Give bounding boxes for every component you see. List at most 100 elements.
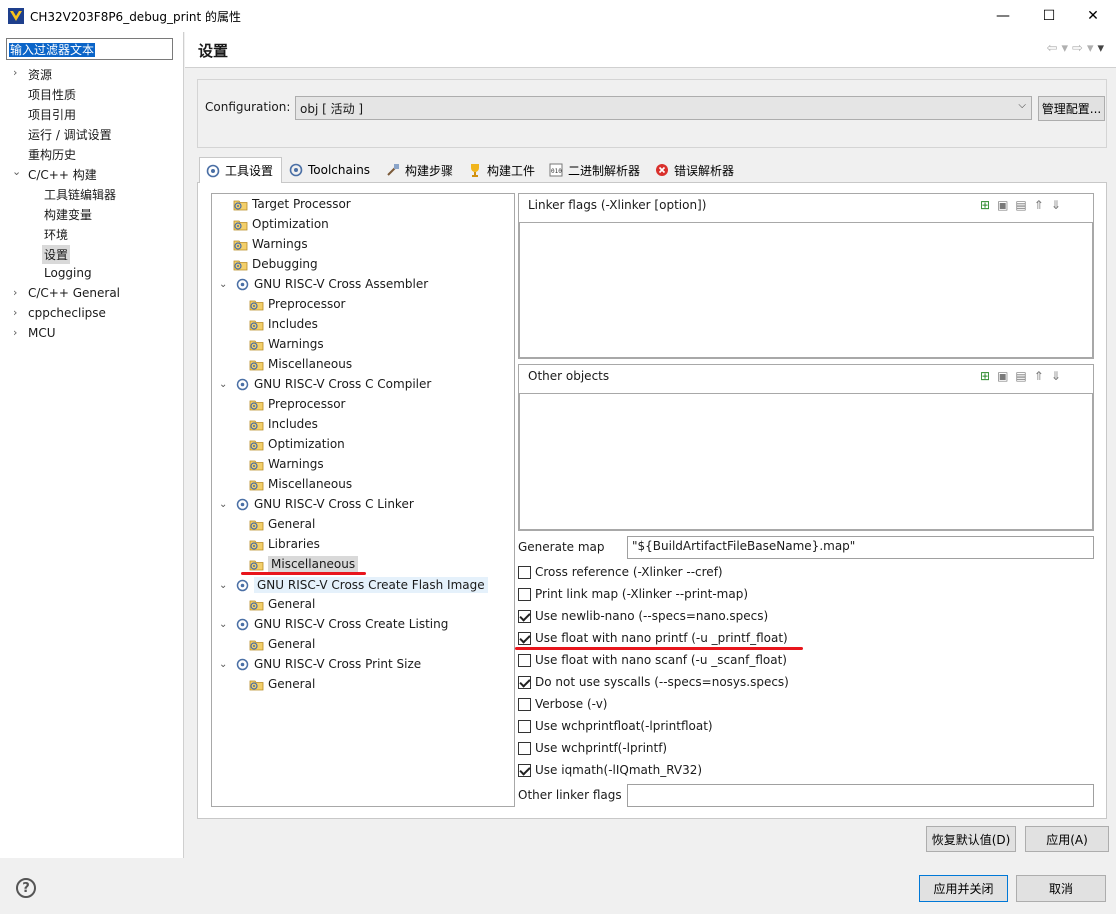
checkbox-verbose[interactable]: Verbose (-v) (518, 697, 607, 711)
forward-arrow-icon[interactable]: ⇨ (1072, 41, 1087, 56)
checkbox-box[interactable] (518, 653, 531, 667)
tree-item-asm-preprocessor[interactable]: Preprocessor (249, 297, 345, 311)
edit-icon[interactable]: ▤ (1015, 369, 1033, 383)
tree-item-linker-miscellaneous[interactable]: Miscellaneous (249, 556, 359, 572)
sidebar-item-cpp-build[interactable]: C/C++ 构建 (28, 166, 97, 183)
tree-item-cross-c-compiler[interactable]: ⌄ GNU RISC-V Cross C Compiler (219, 377, 431, 391)
back-arrow-icon[interactable]: ⇦ (1047, 41, 1062, 56)
collapse-arrow-icon[interactable]: ⌄ (219, 379, 229, 390)
checkbox-box[interactable] (518, 565, 531, 579)
close-button[interactable]: ✕ (1070, 0, 1116, 32)
tree-item-target-processor[interactable]: Target Processor (233, 197, 351, 211)
collapse-arrow-icon[interactable]: ⌄ (219, 499, 229, 510)
configuration-select[interactable]: obj [ 活动 ] ⌵ (295, 96, 1032, 120)
checkbox-newlib-nano[interactable]: Use newlib-nano (--specs=nano.specs) (518, 609, 768, 623)
collapse-arrow-icon[interactable]: ⌄ (219, 279, 229, 290)
tree-item-cross-assembler[interactable]: ⌄ GNU RISC-V Cross Assembler (219, 277, 428, 291)
linker-flags-list[interactable] (519, 222, 1093, 358)
sidebar-item-refactoring-history[interactable]: 重构历史 (28, 146, 76, 163)
tree-item-cc-preprocessor[interactable]: Preprocessor (249, 397, 345, 411)
move-up-icon[interactable]: ⇑ (1034, 369, 1051, 383)
forward-menu-icon[interactable]: ▾ (1087, 41, 1098, 56)
tab-toolchains[interactable]: Toolchains (283, 158, 378, 182)
checkbox-wchprintfloat[interactable]: Use wchprintfloat(-lprintfloat) (518, 719, 713, 733)
expand-arrow-icon[interactable]: › (13, 286, 17, 299)
tree-item-create-listing[interactable]: ⌄ GNU RISC-V Cross Create Listing (219, 617, 448, 631)
checkbox-cross-reference[interactable]: Cross reference (-Xlinker --cref) (518, 565, 723, 579)
sidebar-item-cppcheclipse[interactable]: cppcheclipse (28, 306, 106, 320)
view-menu-icon[interactable]: ▾ (1097, 41, 1108, 56)
tree-item-linker-general[interactable]: General (249, 517, 315, 531)
generate-map-field[interactable]: "${BuildArtifactFileBaseName}.map" (627, 536, 1094, 559)
move-down-icon[interactable]: ⇓ (1051, 198, 1068, 212)
tree-item-cc-optimization[interactable]: Optimization (249, 437, 345, 451)
checkbox-print-link-map[interactable]: Print link map (-Xlinker --print-map) (518, 587, 748, 601)
tree-item-listing-general[interactable]: General (249, 637, 315, 651)
move-up-icon[interactable]: ⇑ (1034, 198, 1051, 212)
other-linker-flags-field[interactable] (627, 784, 1094, 807)
apply-and-close-button[interactable]: 应用并关闭 (919, 875, 1008, 902)
collapse-arrow-icon[interactable]: ⌄ (12, 165, 21, 178)
tree-item-asm-includes[interactable]: Includes (249, 317, 318, 331)
collapse-arrow-icon[interactable]: ⌄ (219, 580, 229, 591)
tree-item-create-flash-image[interactable]: ⌄ GNU RISC-V Cross Create Flash Image (219, 577, 488, 593)
back-menu-icon[interactable]: ▾ (1062, 41, 1073, 56)
checkbox-box[interactable] (518, 587, 531, 601)
tree-item-debugging[interactable]: Debugging (233, 257, 318, 271)
sidebar-item-environment[interactable]: 环境 (44, 226, 68, 243)
tab-error-parser[interactable]: 错误解析器 (649, 158, 742, 182)
collapse-arrow-icon[interactable]: ⌄ (219, 659, 229, 670)
tab-binary-parser[interactable]: 010 二进制解析器 (543, 158, 647, 182)
sidebar-item-logging[interactable]: Logging (44, 266, 92, 280)
tree-item-linker-libraries[interactable]: Libraries (249, 537, 320, 551)
sidebar-item-run-debug-settings[interactable]: 运行 / 调试设置 (28, 126, 112, 143)
tab-build-steps[interactable]: 构建步骤 (380, 158, 460, 182)
tree-item-cc-warnings[interactable]: Warnings (249, 457, 324, 471)
tree-item-print-size-general[interactable]: General (249, 677, 315, 691)
add-icon[interactable]: ⊞ (980, 369, 997, 383)
checkbox-float-nano-scanf[interactable]: Use float with nano scanf (-u _scanf_flo… (518, 653, 787, 667)
expand-arrow-icon[interactable]: › (13, 326, 17, 339)
maximize-button[interactable]: ☐ (1026, 0, 1072, 32)
sidebar-item-resources[interactable]: 资源 (28, 66, 52, 83)
sidebar-item-project-references[interactable]: 项目引用 (28, 106, 76, 123)
checkbox-box[interactable] (518, 719, 531, 733)
checkbox-box[interactable] (518, 763, 531, 777)
minimize-button[interactable]: — (980, 0, 1026, 32)
checkbox-wchprintf[interactable]: Use wchprintf(-lprintf) (518, 741, 667, 755)
cancel-button[interactable]: 取消 (1016, 875, 1106, 902)
add-icon[interactable]: ⊞ (980, 198, 997, 212)
checkbox-no-syscalls[interactable]: Do not use syscalls (--specs=nosys.specs… (518, 675, 789, 689)
apply-button[interactable]: 应用(A) (1025, 826, 1109, 852)
tree-item-warnings[interactable]: Warnings (233, 237, 308, 251)
delete-icon[interactable]: ▣ (997, 369, 1015, 383)
collapse-arrow-icon[interactable]: ⌄ (219, 619, 229, 630)
expand-arrow-icon[interactable]: › (13, 66, 17, 79)
move-down-icon[interactable]: ⇓ (1051, 369, 1068, 383)
checkbox-box[interactable] (518, 741, 531, 755)
sidebar-item-build-variables[interactable]: 构建变量 (44, 206, 92, 223)
checkbox-box[interactable] (518, 609, 531, 623)
tree-item-asm-miscellaneous[interactable]: Miscellaneous (249, 357, 352, 371)
sidebar-item-cpp-general[interactable]: C/C++ General (28, 286, 120, 300)
edit-icon[interactable]: ▤ (1015, 198, 1033, 212)
tab-build-artifact[interactable]: 构建工件 (462, 158, 541, 182)
sidebar-item-settings[interactable]: 设置 (42, 245, 71, 264)
tree-item-optimization[interactable]: Optimization (233, 217, 329, 231)
delete-icon[interactable]: ▣ (997, 198, 1015, 212)
checkbox-box[interactable] (518, 697, 531, 711)
checkbox-box[interactable] (518, 631, 531, 645)
tree-item-cc-miscellaneous[interactable]: Miscellaneous (249, 477, 352, 491)
sidebar-item-toolchain-editor[interactable]: 工具链编辑器 (44, 186, 116, 203)
checkbox-float-nano-printf[interactable]: Use float with nano printf (-u _printf_f… (518, 631, 788, 645)
tab-tool-settings[interactable]: 工具设置 (199, 157, 282, 183)
filter-input[interactable]: 输入过滤器文本 (6, 38, 173, 60)
history-nav[interactable]: ⇦▾⇨▾▾ (1047, 41, 1108, 56)
tree-item-asm-warnings[interactable]: Warnings (249, 337, 324, 351)
checkbox-box[interactable] (518, 675, 531, 689)
checkbox-iqmath[interactable]: Use iqmath(-lIQmath_RV32) (518, 763, 702, 777)
tree-item-cross-c-linker[interactable]: ⌄ GNU RISC-V Cross C Linker (219, 497, 414, 511)
other-objects-list[interactable] (519, 393, 1093, 530)
sidebar-item-project-nature[interactable]: 项目性质 (28, 86, 76, 103)
restore-defaults-button[interactable]: 恢复默认值(D) (926, 826, 1016, 852)
